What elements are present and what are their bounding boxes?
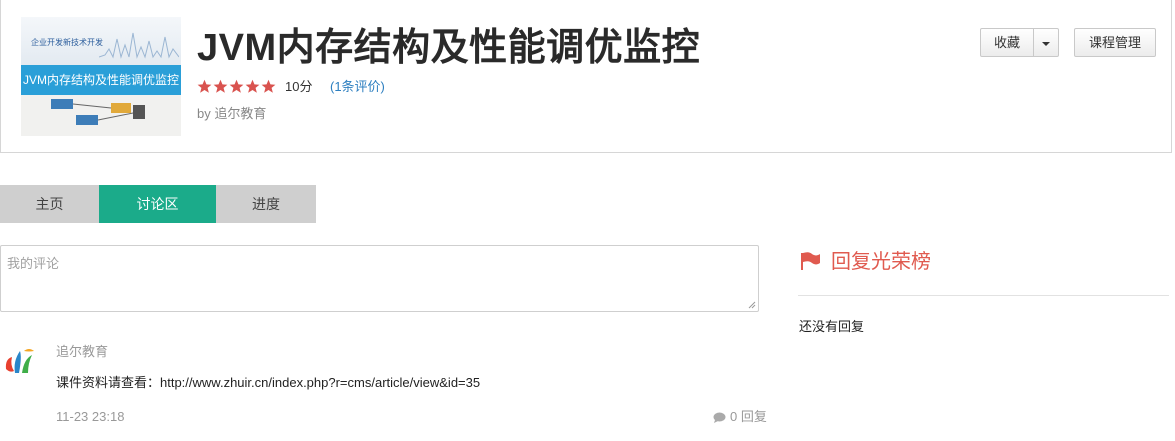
course-thumbnail[interactable]: 企业开发新技术开发 JVM内存结构及性能调优监控 xyxy=(21,17,181,136)
star-icon xyxy=(213,79,228,93)
thumbnail-small-title: 企业开发新技术开发 xyxy=(31,38,103,47)
star-icon xyxy=(197,79,212,93)
tab-progress[interactable]: 进度 xyxy=(216,185,316,223)
comment-reply-link[interactable]: 0 回复 xyxy=(713,409,767,425)
star-icon xyxy=(261,79,276,93)
comment-author[interactable]: 追尔教育 xyxy=(56,344,108,360)
star-icon xyxy=(245,79,260,93)
thumbnail-wave-graphic xyxy=(99,32,179,59)
comment-input[interactable] xyxy=(0,245,759,312)
course-tabs: 主页 讨论区 进度 xyxy=(0,185,316,223)
flag-icon xyxy=(801,252,820,270)
course-manage-button[interactable]: 课程管理 xyxy=(1074,28,1156,57)
comment-time: 11-23 23:18 xyxy=(56,409,125,424)
favorite-dropdown-button[interactable] xyxy=(1033,28,1059,57)
reviews-link[interactable]: (1条评价) xyxy=(330,79,385,95)
rating-stars xyxy=(197,79,276,95)
tab-discussion[interactable]: 讨论区 xyxy=(99,185,216,223)
star-icon xyxy=(229,79,244,93)
rating-score: 10分 xyxy=(285,79,313,94)
logo-avatar xyxy=(5,349,34,373)
ranking-divider xyxy=(798,295,1169,296)
course-title: JVM内存结构及性能调优监控 xyxy=(197,27,701,69)
comment-bubble-icon xyxy=(713,412,726,423)
thumbnail-band-title: JVM内存结构及性能调优监控 xyxy=(21,65,181,95)
comment-text: 课件资料请查看：http://www.zhuir.cn/index.php?r=… xyxy=(56,375,481,390)
resize-grip-icon[interactable] xyxy=(747,300,756,309)
reply-ranking-title: 回复光荣榜 xyxy=(831,251,931,273)
ranking-empty-text: 还没有回复 xyxy=(799,319,865,334)
course-author: by 追尔教育 xyxy=(197,106,267,121)
tab-home[interactable]: 主页 xyxy=(0,185,99,223)
favorite-button[interactable]: 收藏 xyxy=(980,28,1034,57)
course-header: 企业开发新技术开发 JVM内存结构及性能调优监控 JVM内存结构及性能调优监控 … xyxy=(0,0,1172,153)
thumbnail-diagram xyxy=(21,95,181,136)
comment-reply-count: 0 回复 xyxy=(730,409,767,424)
caret-down-icon xyxy=(1042,41,1050,46)
